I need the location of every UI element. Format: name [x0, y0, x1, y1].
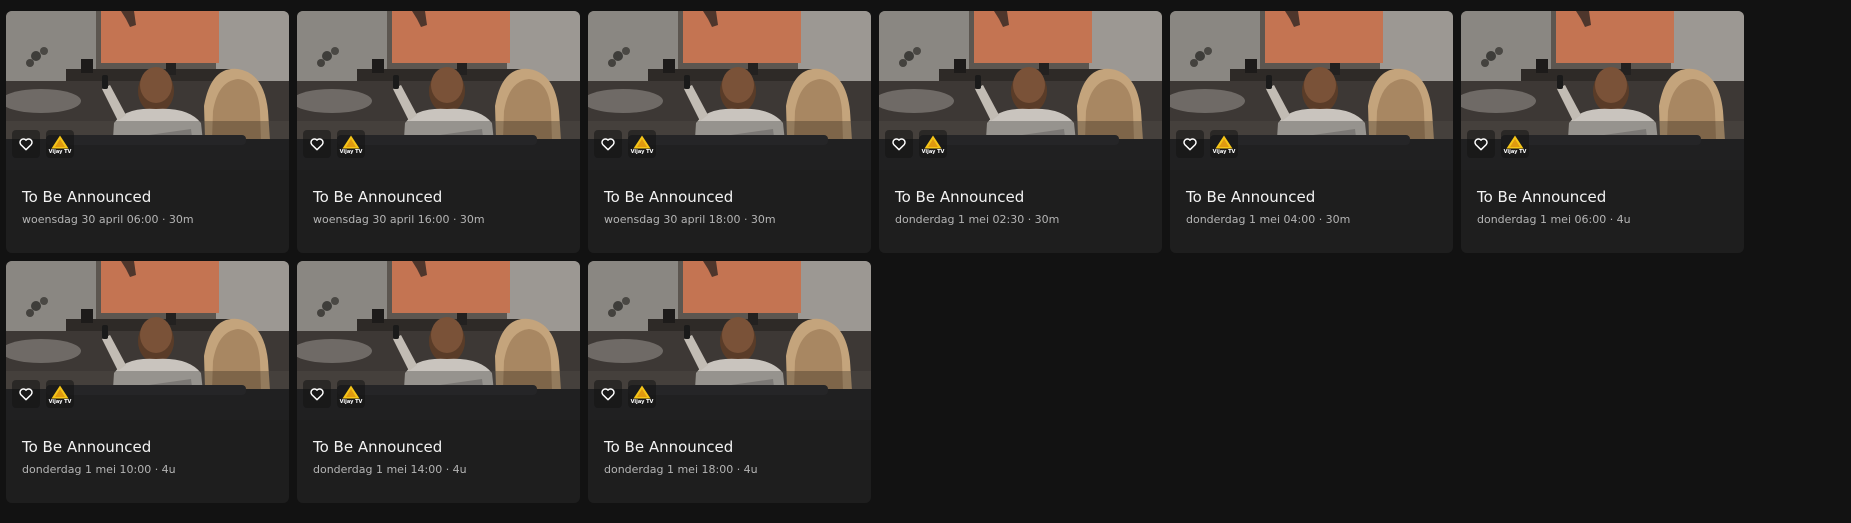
favorite-button[interactable] — [303, 130, 331, 158]
program-title: To Be Announced — [604, 188, 734, 206]
channel-name: Vijay TV — [1503, 148, 1527, 155]
vijay-tv-logo-icon — [1215, 135, 1233, 148]
program-info: To Be Announced donderdag 1 mei 18:00 · … — [588, 438, 871, 477]
program-thumbnail: Vijay TV — [6, 11, 289, 170]
program-thumbnail: Vijay TV — [297, 11, 580, 170]
favorite-button[interactable] — [12, 130, 40, 158]
program-card[interactable]: Vijay TV To Be Announced donderdag 1 mei… — [6, 261, 289, 503]
channel-name: Vijay TV — [48, 148, 72, 155]
channel-logo: Vijay TV — [337, 380, 365, 408]
program-schedule: donderdag 1 mei 14:00 · 4u — [313, 463, 467, 476]
vijay-tv-logo-icon — [633, 385, 651, 398]
program-schedule: woensdag 30 april 06:00 · 30m — [22, 213, 194, 226]
favorite-button[interactable] — [594, 130, 622, 158]
channel-name: Vijay TV — [339, 398, 363, 405]
program-info: To Be Announced woensdag 30 april 16:00 … — [297, 188, 580, 227]
program-card[interactable]: Vijay TV To Be Announced donderdag 1 mei… — [879, 11, 1162, 253]
vijay-tv-logo-icon — [1506, 135, 1524, 148]
favorite-button[interactable] — [885, 130, 913, 158]
program-title: To Be Announced — [604, 438, 734, 456]
vijay-tv-logo-icon — [51, 135, 69, 148]
favorite-button[interactable] — [594, 380, 622, 408]
channel-logo: Vijay TV — [628, 130, 656, 158]
program-title: To Be Announced — [313, 438, 443, 456]
heart-outline-icon — [892, 138, 906, 151]
program-info: To Be Announced donderdag 1 mei 06:00 · … — [1461, 188, 1744, 227]
channel-logo: Vijay TV — [919, 130, 947, 158]
heart-outline-icon — [19, 388, 33, 401]
channel-name: Vijay TV — [630, 148, 654, 155]
program-title: To Be Announced — [22, 438, 152, 456]
program-thumbnail: Vijay TV — [1170, 11, 1453, 170]
channel-logo: Vijay TV — [46, 130, 74, 158]
program-schedule: donderdag 1 mei 02:30 · 30m — [895, 213, 1060, 226]
vijay-tv-logo-icon — [342, 385, 360, 398]
program-info: To Be Announced donderdag 1 mei 04:00 · … — [1170, 188, 1453, 227]
program-card[interactable]: Vijay TV To Be Announced donderdag 1 mei… — [588, 261, 871, 503]
program-info: To Be Announced donderdag 1 mei 10:00 · … — [6, 438, 289, 477]
channel-name: Vijay TV — [48, 398, 72, 405]
program-title: To Be Announced — [1186, 188, 1316, 206]
vijay-tv-logo-icon — [342, 135, 360, 148]
program-card[interactable]: Vijay TV To Be Announced woensdag 30 apr… — [297, 11, 580, 253]
channel-logo: Vijay TV — [337, 130, 365, 158]
favorite-button[interactable] — [1467, 130, 1495, 158]
vijay-tv-logo-icon — [51, 385, 69, 398]
program-thumbnail: Vijay TV — [879, 11, 1162, 170]
program-title: To Be Announced — [313, 188, 443, 206]
channel-name: Vijay TV — [921, 148, 945, 155]
favorite-button[interactable] — [303, 380, 331, 408]
favorite-button[interactable] — [12, 380, 40, 408]
program-card[interactable]: Vijay TV To Be Announced woensdag 30 apr… — [588, 11, 871, 253]
program-info: To Be Announced donderdag 1 mei 02:30 · … — [879, 188, 1162, 227]
program-thumbnail: Vijay TV — [588, 11, 871, 170]
heart-outline-icon — [601, 138, 615, 151]
vijay-tv-logo-icon — [633, 135, 651, 148]
program-grid: Vijay TV To Be Announced woensdag 30 apr… — [6, 11, 1744, 503]
program-card[interactable]: Vijay TV To Be Announced donderdag 1 mei… — [1461, 11, 1744, 253]
channel-name: Vijay TV — [339, 148, 363, 155]
channel-name: Vijay TV — [630, 398, 654, 405]
program-schedule: donderdag 1 mei 04:00 · 30m — [1186, 213, 1351, 226]
channel-logo: Vijay TV — [1501, 130, 1529, 158]
heart-outline-icon — [310, 138, 324, 151]
vijay-tv-logo-icon — [924, 135, 942, 148]
program-schedule: woensdag 30 april 18:00 · 30m — [604, 213, 776, 226]
program-info: To Be Announced donderdag 1 mei 14:00 · … — [297, 438, 580, 477]
channel-logo: Vijay TV — [628, 380, 656, 408]
favorite-button[interactable] — [1176, 130, 1204, 158]
channel-logo: Vijay TV — [1210, 130, 1238, 158]
heart-outline-icon — [1474, 138, 1488, 151]
program-thumbnail: Vijay TV — [588, 261, 871, 420]
channel-logo: Vijay TV — [46, 380, 74, 408]
program-schedule: woensdag 30 april 16:00 · 30m — [313, 213, 485, 226]
program-card[interactable]: Vijay TV To Be Announced woensdag 30 apr… — [6, 11, 289, 253]
program-title: To Be Announced — [22, 188, 152, 206]
program-schedule: donderdag 1 mei 18:00 · 4u — [604, 463, 758, 476]
channel-name: Vijay TV — [1212, 148, 1236, 155]
program-card[interactable]: Vijay TV To Be Announced donderdag 1 mei… — [1170, 11, 1453, 253]
program-info: To Be Announced woensdag 30 april 06:00 … — [6, 188, 289, 227]
program-schedule: donderdag 1 mei 06:00 · 4u — [1477, 213, 1631, 226]
heart-outline-icon — [601, 388, 615, 401]
program-thumbnail: Vijay TV — [297, 261, 580, 420]
heart-outline-icon — [1183, 138, 1197, 151]
program-thumbnail: Vijay TV — [1461, 11, 1744, 170]
program-title: To Be Announced — [1477, 188, 1607, 206]
program-schedule: donderdag 1 mei 10:00 · 4u — [22, 463, 176, 476]
heart-outline-icon — [19, 138, 33, 151]
program-info: To Be Announced woensdag 30 april 18:00 … — [588, 188, 871, 227]
program-thumbnail: Vijay TV — [6, 261, 289, 420]
heart-outline-icon — [310, 388, 324, 401]
program-title: To Be Announced — [895, 188, 1025, 206]
program-card[interactable]: Vijay TV To Be Announced donderdag 1 mei… — [297, 261, 580, 503]
